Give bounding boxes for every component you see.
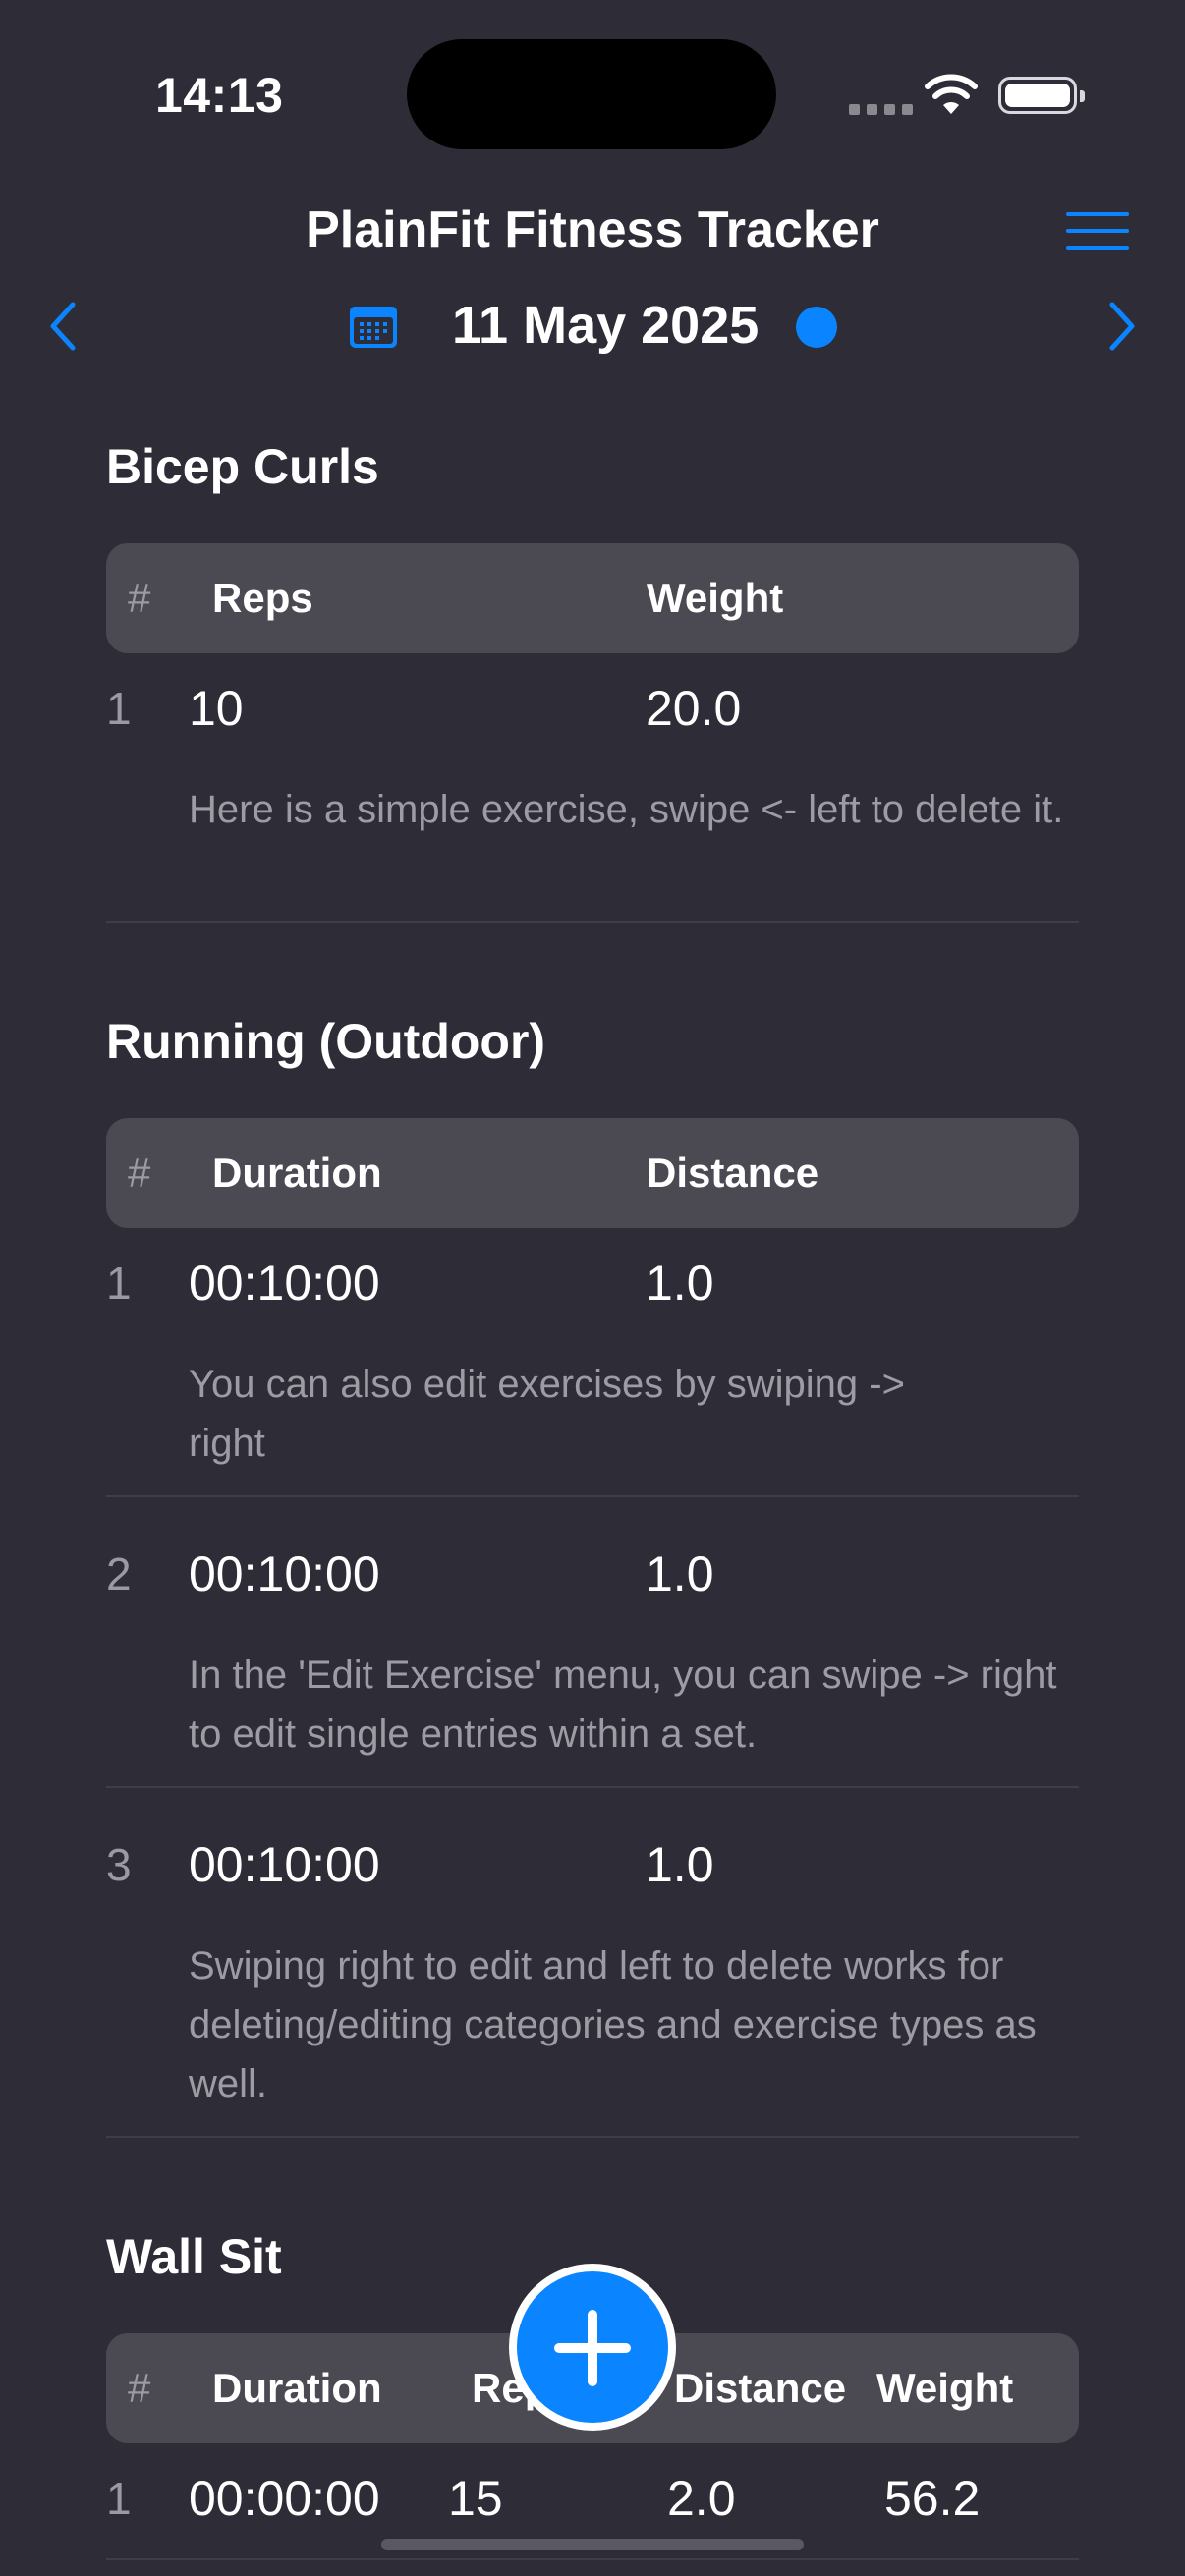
set-value: 1.0 xyxy=(646,1546,714,1601)
set-value: 00:10:00 xyxy=(189,1256,380,1311)
date-label[interactable]: 11 May 2025 xyxy=(452,295,759,356)
calendar-icon[interactable] xyxy=(348,303,399,350)
set-note: Here is a simple exercise, swipe <- left… xyxy=(189,788,1064,831)
set-value: 10 xyxy=(189,681,244,736)
set-number: 3 xyxy=(106,1839,132,1890)
set-value: 1.0 xyxy=(646,1837,714,1892)
menu-icon[interactable] xyxy=(1066,212,1129,250)
add-exercise-button[interactable] xyxy=(509,2264,676,2431)
column-header: Weight xyxy=(876,2365,1014,2411)
set-note: In the 'Edit Exercise' menu, you can swi… xyxy=(189,1653,1057,1756)
set-number: 1 xyxy=(106,2473,132,2524)
column-header: # xyxy=(128,575,151,621)
status-time: 14:13 xyxy=(155,68,284,123)
battery-icon xyxy=(998,77,1085,114)
table-header: # Reps Weight xyxy=(106,543,1079,653)
column-header: Duration xyxy=(212,1149,382,1196)
divider xyxy=(106,921,1079,923)
divider xyxy=(106,1495,1079,1497)
divider xyxy=(106,2136,1079,2138)
column-header: Distance xyxy=(647,1149,819,1196)
dynamic-island xyxy=(407,39,776,149)
exercise-title[interactable]: Bicep Curls xyxy=(106,438,379,495)
column-header: # xyxy=(128,1149,151,1196)
set-value: 1.0 xyxy=(646,1256,714,1311)
divider xyxy=(106,1786,1079,1788)
column-header: Duration xyxy=(212,2365,382,2411)
set-value: 20.0 xyxy=(646,681,742,736)
today-indicator-dot[interactable] xyxy=(796,307,837,348)
set-note: You can also edit exercises by swiping -… xyxy=(189,1363,905,1465)
set-note: Swiping right to edit and left to delete… xyxy=(189,1944,1037,2105)
set-value: 00:10:00 xyxy=(189,1837,380,1892)
divider xyxy=(106,2558,1079,2560)
set-value: 56.2 xyxy=(884,2471,981,2526)
wifi-icon xyxy=(925,74,978,114)
column-header: # xyxy=(128,2365,151,2411)
set-number: 1 xyxy=(106,1258,132,1309)
table-header: # Duration Distance xyxy=(106,1118,1079,1228)
column-header: Reps xyxy=(212,575,313,621)
set-value: 15 xyxy=(448,2471,503,2526)
chevron-left-icon[interactable] xyxy=(47,301,79,352)
cellular-signal-icon xyxy=(849,104,913,115)
set-number: 1 xyxy=(106,683,132,734)
set-value: 00:00:00 xyxy=(189,2471,380,2526)
set-value: 2.0 xyxy=(667,2471,736,2526)
set-value: 00:10:00 xyxy=(189,1546,380,1601)
exercise-title[interactable]: Running (Outdoor) xyxy=(106,1013,545,1070)
set-number: 2 xyxy=(106,1548,132,1599)
app-title: PlainFit Fitness Tracker xyxy=(306,201,879,258)
exercise-title[interactable]: Wall Sit xyxy=(106,2228,282,2285)
column-header: Weight xyxy=(647,575,784,621)
column-header: Distance xyxy=(674,2365,847,2411)
chevron-right-icon[interactable] xyxy=(1106,301,1138,352)
home-indicator xyxy=(381,2539,804,2550)
